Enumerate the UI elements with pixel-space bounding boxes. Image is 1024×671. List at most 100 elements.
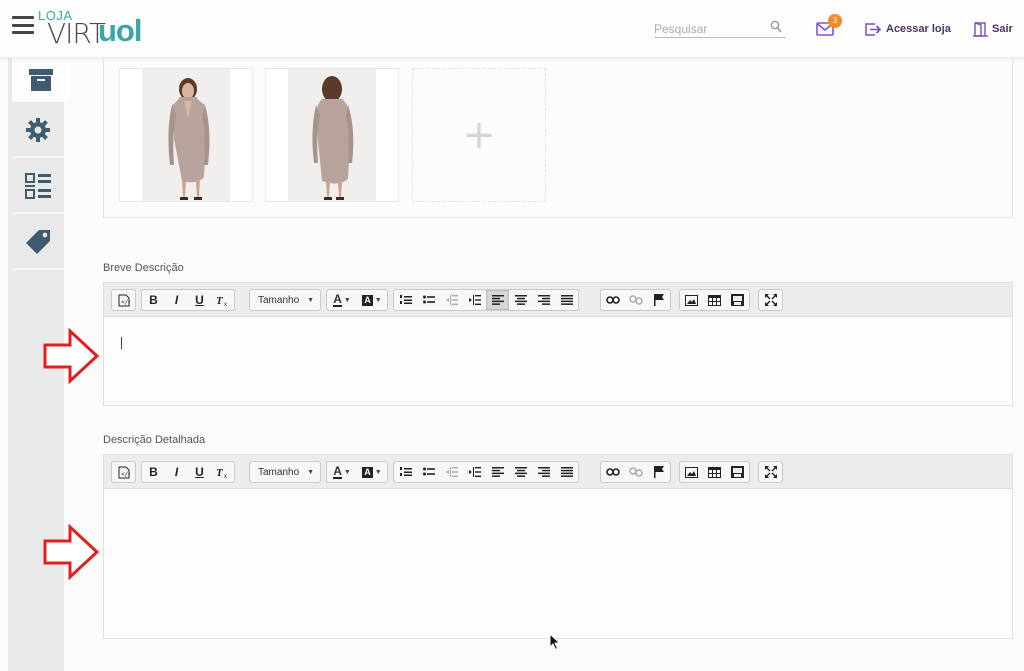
svg-text:x: x bbox=[224, 474, 227, 478]
editor-toolbar: </> B I U Tx Tamanho▼ A▼ A▼ bbox=[104, 455, 1012, 489]
search-box bbox=[654, 20, 786, 38]
svg-text:</>: </> bbox=[121, 299, 130, 306]
product-images-panel: + bbox=[103, 58, 1013, 218]
unlink-icon[interactable] bbox=[624, 290, 647, 310]
text-color-button[interactable]: A ▼ bbox=[327, 462, 357, 482]
sidebar-item-settings[interactable] bbox=[12, 104, 64, 158]
svg-text:T: T bbox=[216, 467, 224, 478]
link-icon[interactable] bbox=[601, 462, 624, 482]
underline-button[interactable]: U bbox=[188, 290, 211, 310]
chevron-down-icon: ▼ bbox=[343, 468, 351, 476]
align-center-icon[interactable] bbox=[509, 290, 532, 310]
logout-link[interactable]: Sair bbox=[973, 21, 1013, 37]
product-photo-back bbox=[288, 69, 376, 201]
search-icon[interactable] bbox=[770, 20, 782, 34]
mouse-cursor-icon bbox=[549, 633, 561, 651]
bold-button[interactable]: B bbox=[142, 290, 165, 310]
external-link-icon bbox=[865, 22, 882, 36]
product-image-1[interactable] bbox=[119, 68, 253, 202]
tag-icon bbox=[26, 230, 50, 254]
sidebar-item-promotions[interactable] bbox=[12, 216, 64, 270]
image-icon[interactable] bbox=[680, 290, 703, 310]
chevron-down-icon: ▼ bbox=[343, 296, 351, 304]
background-color-button[interactable]: A ▼ bbox=[357, 462, 387, 482]
short-description-label: Breve Descrição bbox=[103, 262, 184, 274]
underline-button[interactable]: U bbox=[188, 462, 211, 482]
detailed-description-editor: </> B I U Tx Tamanho▼ A▼ A▼ bbox=[103, 454, 1013, 639]
media-icon[interactable] bbox=[726, 462, 749, 482]
bold-button[interactable]: B bbox=[142, 462, 165, 482]
text-color-label: A bbox=[333, 464, 342, 479]
font-size-dropdown[interactable]: Tamanho ▼ bbox=[250, 462, 320, 482]
link-icon[interactable] bbox=[601, 290, 624, 310]
gear-icon bbox=[26, 118, 50, 142]
menu-icon[interactable] bbox=[12, 16, 34, 34]
logo[interactable]: LOJA VIRT uol bbox=[38, 8, 158, 50]
access-store-link[interactable]: Acessar loja bbox=[864, 21, 951, 37]
outdent-icon[interactable] bbox=[440, 290, 463, 310]
fullscreen-icon[interactable] bbox=[759, 462, 782, 482]
add-image-button[interactable]: + bbox=[412, 68, 546, 202]
align-right-icon[interactable] bbox=[532, 290, 555, 310]
outdent-icon[interactable] bbox=[440, 462, 463, 482]
clear-format-icon[interactable]: Tx bbox=[211, 290, 234, 310]
product-photo-front bbox=[142, 69, 230, 201]
indent-icon[interactable] bbox=[463, 290, 486, 310]
align-left-icon[interactable] bbox=[486, 290, 509, 310]
align-center-icon[interactable] bbox=[509, 462, 532, 482]
svg-text:T: T bbox=[216, 295, 224, 306]
background-color-label: A bbox=[362, 294, 373, 306]
chevron-down-icon: ▼ bbox=[307, 468, 314, 476]
numbered-list-icon[interactable] bbox=[394, 290, 417, 310]
door-icon bbox=[973, 22, 988, 37]
numbered-list-icon[interactable] bbox=[394, 462, 417, 482]
short-description-editor: </> B I U Tx Tamanho▼ A▼ A▼ bbox=[103, 282, 1013, 406]
archive-icon bbox=[29, 69, 53, 91]
clear-format-icon[interactable]: Tx bbox=[211, 462, 234, 482]
chevron-down-icon: ▼ bbox=[374, 296, 382, 304]
short-description-content[interactable] bbox=[104, 318, 1012, 405]
background-color-button[interactable]: A ▼ bbox=[357, 290, 387, 310]
italic-button[interactable]: I bbox=[165, 290, 188, 310]
image-icon[interactable] bbox=[680, 462, 703, 482]
dashboard-icon bbox=[25, 173, 51, 199]
logo-uol-text: uol bbox=[98, 13, 142, 48]
text-cursor bbox=[121, 337, 122, 349]
search-input[interactable] bbox=[654, 21, 766, 37]
align-left-icon[interactable] bbox=[486, 462, 509, 482]
plus-icon: + bbox=[462, 112, 496, 158]
product-image-2[interactable] bbox=[265, 68, 399, 202]
font-size-label: Tamanho bbox=[258, 466, 300, 478]
anchor-flag-icon[interactable] bbox=[647, 462, 670, 482]
bullet-list-icon[interactable] bbox=[417, 462, 440, 482]
sidebar-item-products[interactable] bbox=[12, 58, 70, 102]
fullscreen-icon[interactable] bbox=[759, 290, 782, 310]
table-icon[interactable] bbox=[703, 462, 726, 482]
unlink-icon[interactable] bbox=[624, 462, 647, 482]
justify-icon[interactable] bbox=[555, 290, 578, 310]
bullet-list-icon[interactable] bbox=[417, 290, 440, 310]
detailed-description-content[interactable] bbox=[104, 490, 1012, 638]
background-color-label: A bbox=[362, 466, 373, 478]
font-size-label: Tamanho bbox=[258, 294, 300, 306]
top-header: LOJA VIRT uol 3 Acessar loja Sair bbox=[0, 0, 1024, 58]
media-icon[interactable] bbox=[726, 290, 749, 310]
logo-virt-text: VIRT bbox=[47, 17, 106, 50]
align-right-icon[interactable] bbox=[532, 462, 555, 482]
source-code-icon[interactable]: </> bbox=[112, 462, 135, 482]
source-code-icon[interactable]: </> bbox=[112, 290, 135, 310]
messages-button[interactable]: 3 bbox=[816, 14, 842, 38]
anchor-flag-icon[interactable] bbox=[647, 290, 670, 310]
detailed-description-label: Descrição Detalhada bbox=[103, 434, 206, 446]
svg-text:x: x bbox=[224, 302, 227, 306]
italic-button[interactable]: I bbox=[165, 462, 188, 482]
font-size-dropdown[interactable]: Tamanho ▼ bbox=[250, 290, 320, 310]
sidebar-item-layout[interactable] bbox=[12, 160, 64, 214]
justify-icon[interactable] bbox=[555, 462, 578, 482]
chevron-down-icon: ▼ bbox=[307, 296, 314, 304]
indent-icon[interactable] bbox=[463, 462, 486, 482]
text-color-button[interactable]: A ▼ bbox=[327, 290, 357, 310]
chevron-down-icon: ▼ bbox=[374, 468, 382, 476]
svg-text:</>: </> bbox=[121, 471, 130, 478]
table-icon[interactable] bbox=[703, 290, 726, 310]
